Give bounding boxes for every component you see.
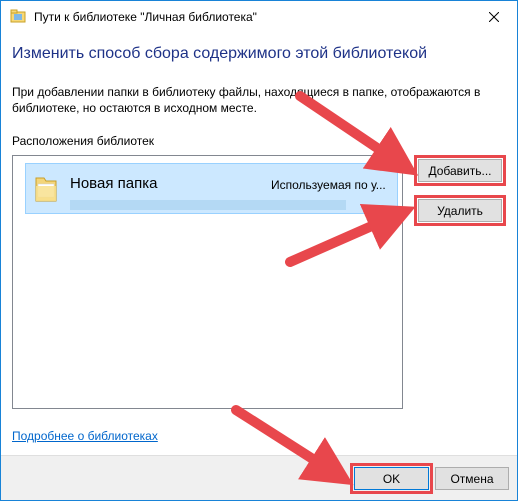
dialog-heading: Изменить способ сбора содержимого этой б… — [12, 45, 428, 62]
close-icon — [489, 11, 499, 22]
locations-list[interactable]: Новая папка Используемая по у... — [12, 155, 403, 409]
locations-label: Расположения библиотек — [12, 134, 155, 148]
library-icon — [10, 9, 26, 23]
location-name: Новая папка — [70, 175, 158, 192]
remove-button[interactable]: Удалить — [414, 195, 506, 226]
folder-icon — [35, 177, 57, 202]
close-button[interactable] — [471, 1, 517, 32]
location-status: Используемая по у... — [271, 178, 386, 192]
list-item[interactable]: Новая папка Используемая по у... — [25, 163, 398, 214]
title-bar: Пути к библиотеке "Личная библиотека" — [1, 1, 517, 32]
add-button[interactable]: Добавить... — [414, 155, 506, 186]
location-path-redacted — [70, 200, 346, 210]
help-link[interactable]: Подробнее о библиотеках — [12, 429, 158, 443]
ok-button[interactable]: OK — [350, 463, 433, 494]
cancel-button[interactable]: Отмена — [435, 467, 509, 490]
dialog-description: При добавлении папки в библиотеку файлы,… — [12, 85, 481, 115]
library-locations-dialog: Пути к библиотеке "Личная библиотека" Из… — [0, 0, 518, 501]
window-title: Пути к библиотеке "Личная библиотека" — [34, 10, 257, 24]
